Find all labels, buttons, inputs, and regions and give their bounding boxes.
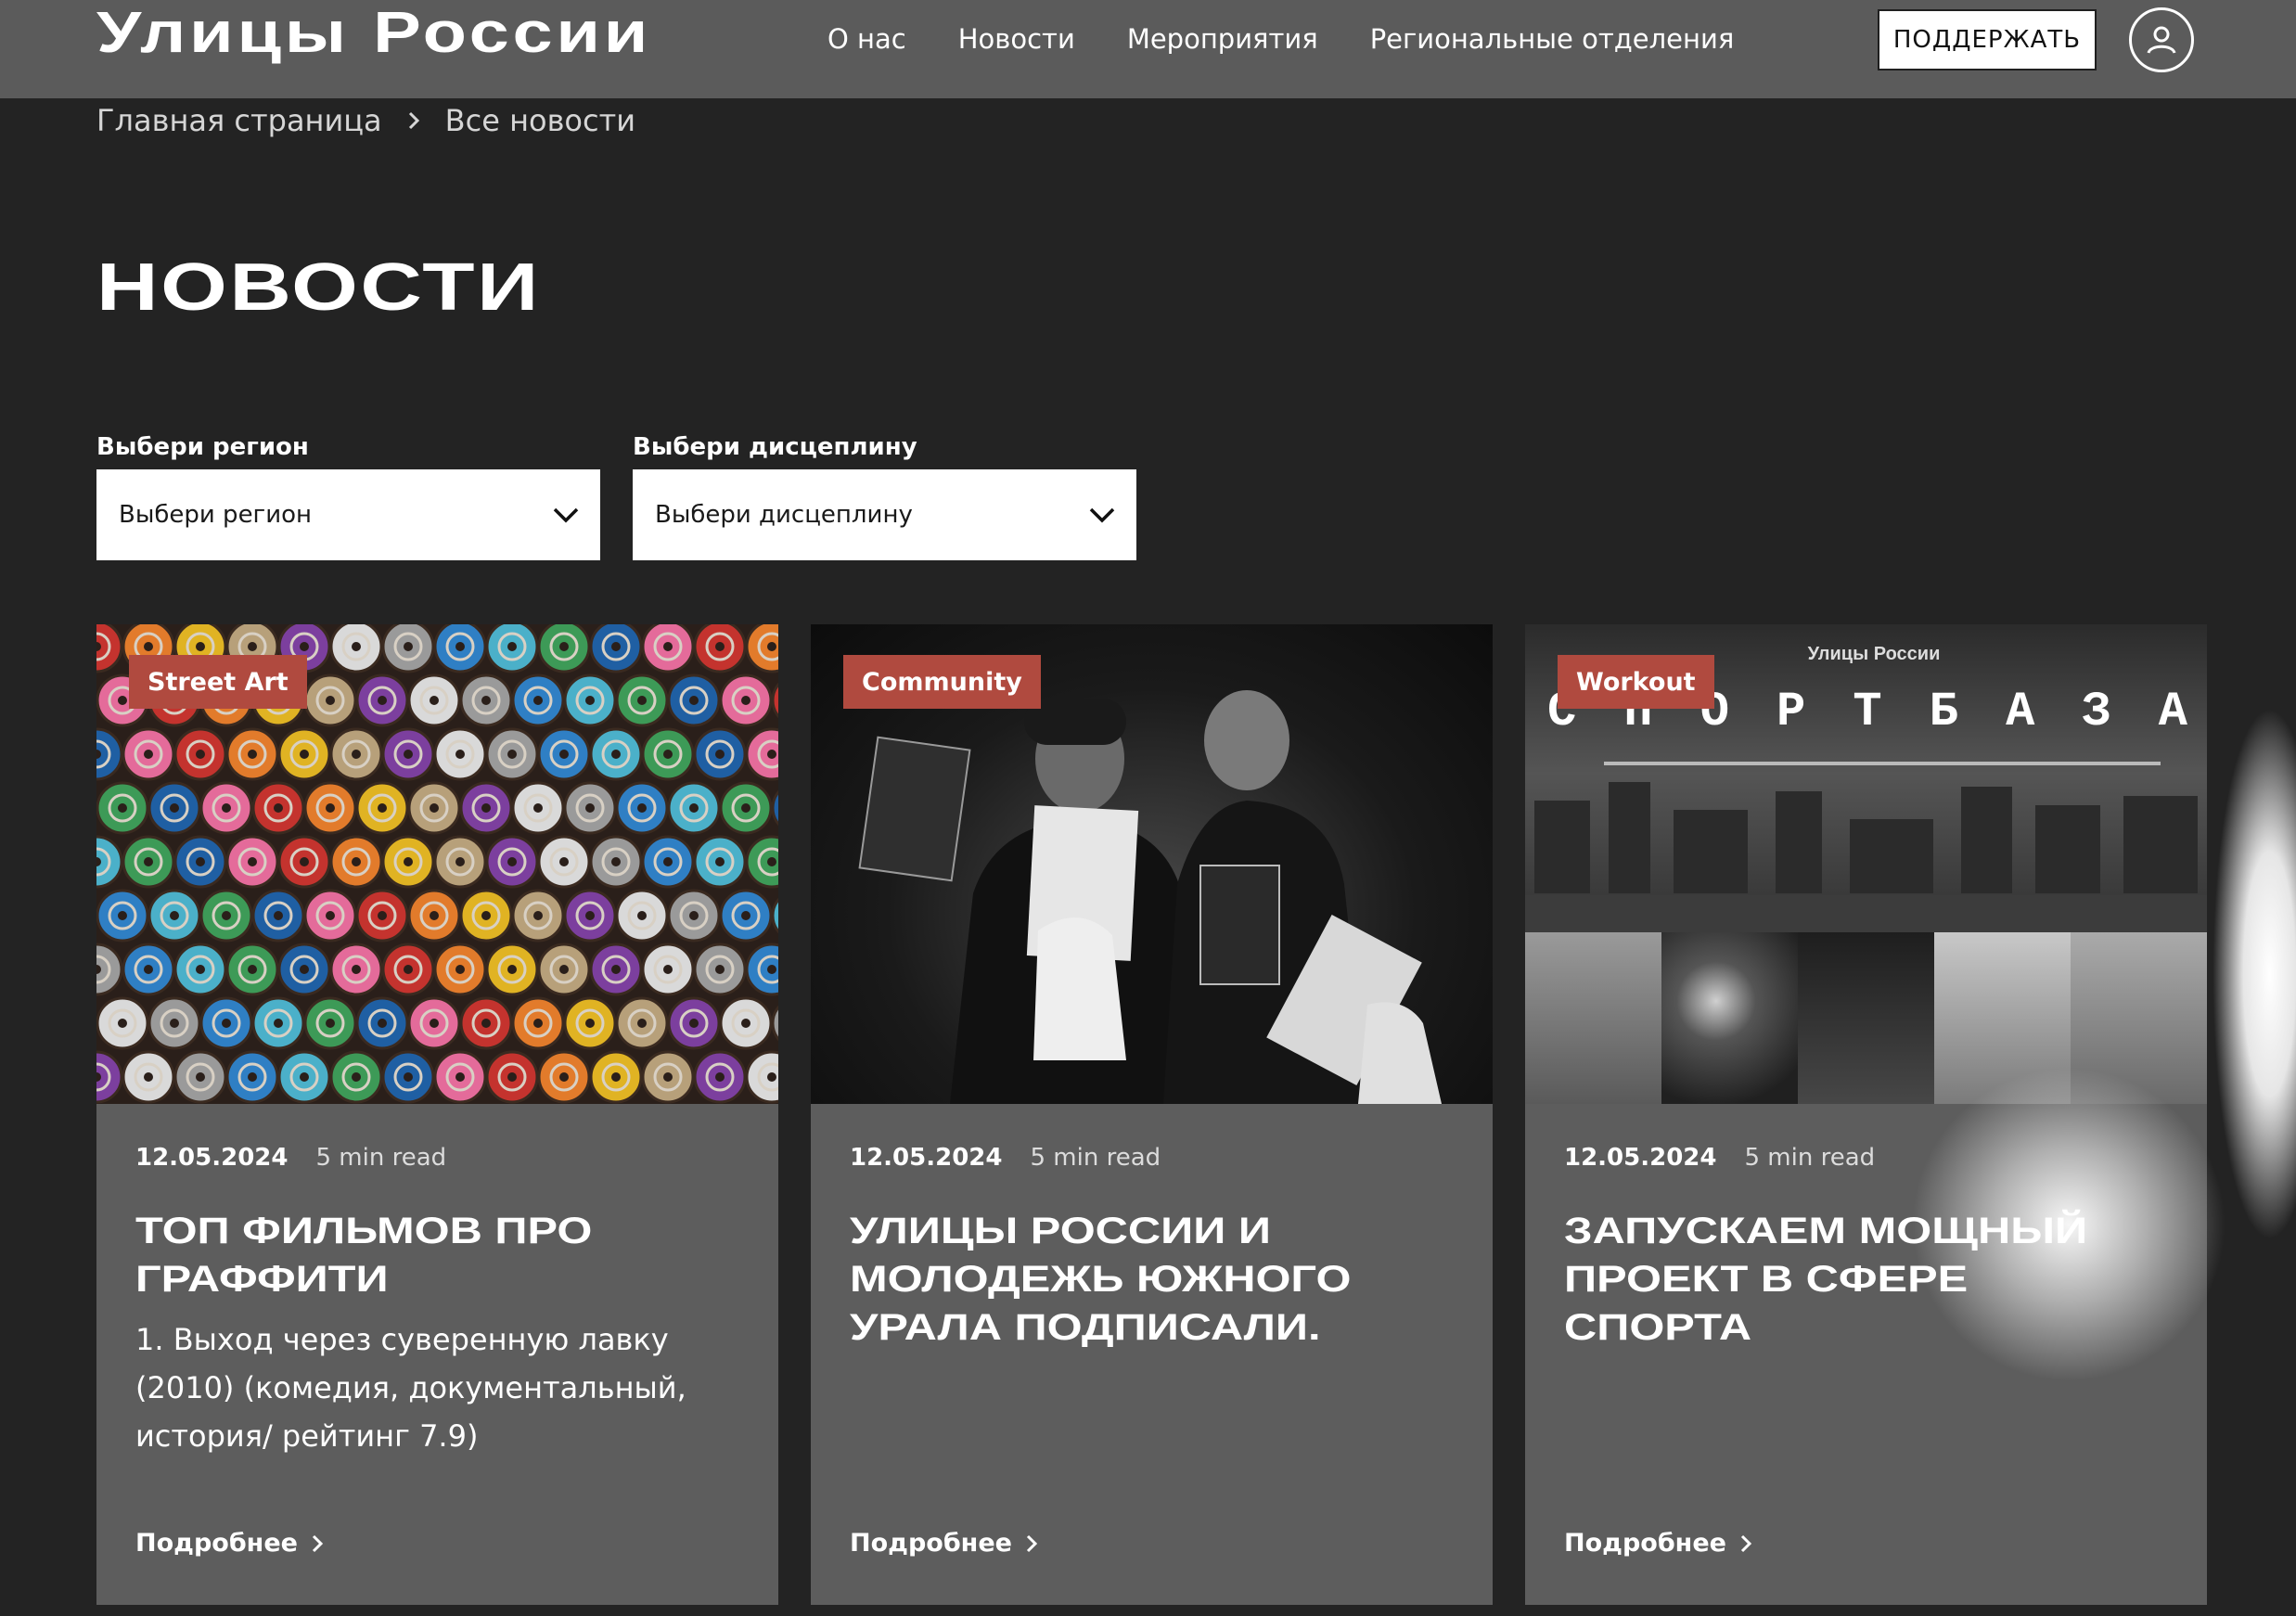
nav-regional-offices[interactable]: Региональные отделения	[1370, 20, 1735, 58]
support-button[interactable]: ПОДДЕРЖАТЬ	[1878, 9, 2097, 71]
community-photo: Community	[811, 624, 1493, 1104]
card-meta: 12.05.2024 5 min read	[135, 1142, 446, 1174]
breadcrumb-current: Все новости	[444, 103, 636, 138]
chevron-right-icon	[1740, 1534, 1752, 1552]
read-more-link[interactable]: Подробнее	[1564, 1529, 1752, 1558]
card-date: 12.05.2024	[850, 1144, 1003, 1172]
news-card[interactable]: Street Art 12.05.2024 5 min read ТОП ФИЛ…	[96, 624, 778, 1605]
region-select-value: Выбери регион	[119, 501, 313, 529]
chevron-right-icon	[1026, 1534, 1038, 1552]
card-read-time: 5 min read	[315, 1144, 447, 1172]
read-more-link[interactable]: Подробнее	[135, 1529, 324, 1558]
card-read-time: 5 min read	[1030, 1144, 1161, 1172]
sportbaza-logo: Улицы России	[1808, 644, 1941, 664]
chevron-right-icon	[312, 1534, 324, 1552]
chevron-down-icon	[553, 507, 579, 523]
card-date: 12.05.2024	[1564, 1144, 1717, 1172]
card-title[interactable]: ТОП ФИЛЬМОВ ПРО ГРАФФИТИ	[135, 1207, 724, 1303]
main-nav: О нас Новости Мероприятия Региональные о…	[827, 20, 1734, 58]
card-title[interactable]: УЛИЦЫ РОССИИ И МОЛОДЕЖЬ ЮЖНОГО УРАЛА ПОД…	[850, 1207, 1438, 1352]
card-read-time: 5 min read	[1744, 1144, 1876, 1172]
page-title: НОВОСТИ	[96, 250, 541, 325]
card-meta: 12.05.2024 5 min read	[850, 1142, 1161, 1174]
category-tag[interactable]: Street Art	[129, 655, 307, 709]
news-card[interactable]: Community 12.05.2024 5 min read УЛИЦЫ РО…	[811, 624, 1493, 1605]
nav-events[interactable]: Мероприятия	[1127, 20, 1318, 58]
nav-about[interactable]: О нас	[827, 20, 906, 58]
breadcrumb-home[interactable]: Главная страница	[96, 100, 382, 141]
chevron-right-icon	[408, 111, 419, 130]
breadcrumb: Главная страница Все новости	[96, 100, 635, 141]
discipline-filter: Выбери дисцеплину Выбери дисцеплину	[633, 429, 1136, 560]
site-logo[interactable]: Улицы России	[96, 5, 651, 62]
category-tag[interactable]: Workout	[1558, 655, 1714, 709]
sportbaza-image: Улицы России СПОРТБАЗА Workout	[1525, 624, 2207, 1104]
site-header: Улицы России О нас Новости Мероприятия Р…	[0, 0, 2296, 98]
category-tag[interactable]: Community	[843, 655, 1041, 709]
read-more-link[interactable]: Подробнее	[850, 1529, 1038, 1558]
decorative-glow	[1911, 1067, 2226, 1382]
spray-cans-image: Street Art	[96, 624, 778, 1104]
user-icon	[2147, 26, 2176, 54]
read-more-label: Подробнее	[135, 1529, 298, 1558]
card-excerpt: 1. Выход через суверенную лавку (2010) (…	[135, 1322, 686, 1454]
read-more-label: Подробнее	[1564, 1529, 1726, 1558]
read-more-label: Подробнее	[850, 1529, 1012, 1558]
chevron-down-icon	[1089, 507, 1115, 523]
nav-news[interactable]: Новости	[958, 20, 1075, 58]
decorative-paint-splash	[2208, 686, 2296, 1262]
profile-button[interactable]	[2129, 7, 2194, 72]
discipline-select-value: Выбери дисцеплину	[655, 501, 913, 529]
region-select[interactable]: Выбери регион	[96, 469, 600, 560]
region-filter: Выбери регион Выбери регион	[96, 429, 600, 560]
card-date: 12.05.2024	[135, 1144, 289, 1172]
discipline-filter-label: Выбери дисцеплину	[633, 433, 917, 461]
card-meta: 12.05.2024 5 min read	[1564, 1142, 1875, 1174]
discipline-select[interactable]: Выбери дисцеплину	[633, 469, 1136, 560]
region-filter-label: Выбери регион	[96, 433, 309, 461]
